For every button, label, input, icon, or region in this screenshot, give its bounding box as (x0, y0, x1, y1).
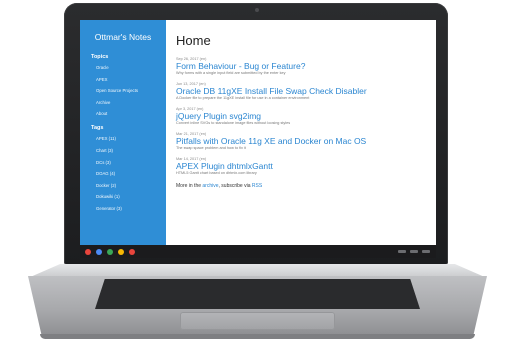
rss-link[interactable]: RSS (252, 183, 262, 189)
page-title: Home (176, 33, 211, 48)
tag-chart[interactable]: Chart (3) (96, 148, 166, 153)
files-icon[interactable] (96, 248, 102, 255)
tags-heading: Tags (91, 125, 104, 132)
system-tray[interactable] (398, 250, 430, 253)
post-item: Apr 3, 2017 (en) jQuery Plugin svg2img C… (176, 107, 428, 125)
post-item: Mar 14, 2017 (en) APEX Plugin dhtmlxGant… (176, 157, 428, 175)
post-item: Mar 21, 2017 (en) Pitfalls with Oracle 1… (176, 132, 428, 150)
tag-generator[interactable]: Generator (3) (96, 206, 166, 211)
topics-heading: Topics (91, 54, 109, 60)
tag-apex[interactable]: APEX (11) (96, 136, 166, 141)
webcam (255, 8, 259, 12)
post-title-link[interactable]: Form Behaviour - Bug or Feature? (176, 61, 428, 71)
post-description: A Docker file to prepare the 11gXE insta… (176, 96, 310, 100)
footer-prefix: More in the (176, 183, 203, 189)
keyboard (95, 279, 420, 309)
gmail-icon[interactable] (107, 248, 113, 255)
laptop-base-edge (40, 334, 475, 339)
sidebar-item-about[interactable]: About (96, 111, 166, 116)
tag-docker[interactable]: Docker (2) (96, 183, 166, 188)
tag-dcs[interactable]: DCs (3) (96, 160, 166, 165)
sidebar: Ottmar's Notes Topics Oracle APEX Open S… (80, 20, 166, 246)
os-taskbar (80, 245, 436, 258)
drive-icon[interactable] (118, 248, 124, 255)
post-title-link[interactable]: Oracle DB 11gXE Install File Swap Check … (176, 86, 428, 96)
tags-list: APEX (11) Chart (3) DCs (3) DOAG (4) Doc… (80, 136, 166, 211)
clock-icon (422, 250, 430, 253)
laptop-hinge (28, 264, 487, 278)
sidebar-item-apex[interactable]: APEX (96, 77, 166, 82)
youtube-icon[interactable] (129, 248, 135, 255)
sidebar-item-open-source-projects[interactable]: Open Source Projects (96, 88, 166, 93)
tag-dokuwiki[interactable]: Dokuwiki (1) (96, 194, 166, 199)
sidebar-item-archive[interactable]: Archive (96, 100, 166, 105)
topics-list: Oracle APEX Open Source Projects Archive… (80, 65, 166, 116)
post-title-link[interactable]: APEX Plugin dhtmlxGantt (176, 161, 428, 171)
chrome-icon[interactable] (85, 248, 91, 255)
post-title-link[interactable]: Pitfalls with Oracle 11g XE and Docker o… (176, 136, 428, 146)
post-description: The swap space problem and how to fix it (176, 146, 246, 150)
post-description: Why forms with a single input field are … (176, 71, 286, 75)
archive-link[interactable]: archive (202, 183, 218, 189)
post-description: HTML5 Gantt chart based on dhtmlx.com li… (176, 171, 257, 175)
sidebar-item-oracle[interactable]: Oracle (96, 65, 166, 70)
battery-icon (410, 250, 418, 253)
footer-middle: , subscribe via (218, 183, 252, 189)
site-title[interactable]: Ottmar's Notes (80, 32, 166, 42)
wifi-icon (398, 250, 406, 253)
main-content: Home Sep 26, 2017 (en) Form Behaviour - … (176, 20, 428, 246)
post-item: Sep 26, 2017 (en) Form Behaviour - Bug o… (176, 57, 428, 75)
post-description: Convert inline SVGs to standalone image … (176, 121, 291, 125)
touchpad (180, 312, 335, 330)
post-item: Jun 13, 2017 (en) Oracle DB 11gXE Instal… (176, 82, 428, 100)
post-title-link[interactable]: jQuery Plugin svg2img (176, 111, 428, 121)
archive-footer: More in the archive, subscribe via RSS (176, 183, 428, 189)
browser-screen: Ottmar's Notes Topics Oracle APEX Open S… (80, 20, 436, 246)
tag-doag[interactable]: DOAG (4) (96, 171, 166, 176)
